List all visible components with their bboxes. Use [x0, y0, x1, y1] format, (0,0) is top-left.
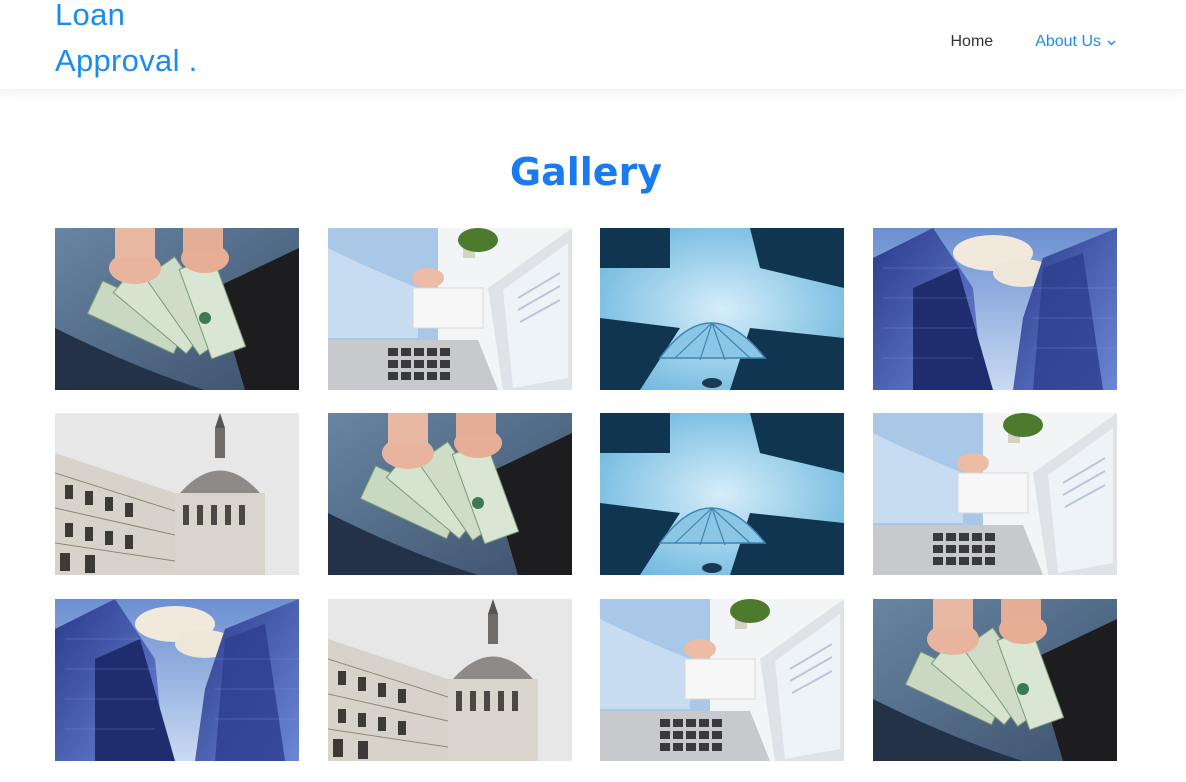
gallery-image[interactable]: [328, 228, 572, 390]
site-logo[interactable]: Loan Approval .: [55, 0, 255, 84]
skyscrapers-photo: [55, 599, 299, 761]
nav-home-label: Home: [950, 33, 994, 50]
laptop-photo: [873, 413, 1117, 575]
gallery-image[interactable]: [873, 599, 1117, 761]
money-photo: [328, 413, 572, 575]
money-photo: [873, 599, 1117, 761]
gallery-image[interactable]: [55, 413, 299, 575]
gallery-image[interactable]: [600, 413, 844, 575]
main-nav: Home About Us: [951, 32, 1117, 52]
logo-line-1: Loan: [55, 0, 126, 32]
gallery-image[interactable]: [600, 228, 844, 390]
umbrella-photo: [600, 413, 844, 575]
money-photo: [55, 228, 299, 390]
gallery-image[interactable]: [873, 228, 1117, 390]
laptop-photo: [600, 599, 844, 761]
nav-about-label: About Us: [1035, 33, 1101, 50]
gallery-image[interactable]: [328, 413, 572, 575]
skyscrapers-photo: [873, 228, 1117, 390]
gallery-image[interactable]: [328, 599, 572, 761]
laptop-photo: [328, 228, 572, 390]
chevron-down-icon: [1107, 39, 1116, 46]
nav-home-link[interactable]: Home: [951, 32, 994, 52]
gallery-image[interactable]: [55, 599, 299, 761]
page-title: Gallery: [509, 150, 663, 194]
nav-about-link[interactable]: About Us: [1035, 32, 1116, 52]
gallery-image[interactable]: [873, 413, 1117, 575]
umbrella-photo: [600, 228, 844, 390]
dome-building-photo: [328, 599, 572, 761]
dome-building-photo: [55, 413, 299, 575]
gallery-image[interactable]: [600, 599, 844, 761]
logo-line-2: Approval .: [55, 43, 198, 78]
site-header: Loan Approval . Home About Us: [0, 0, 1186, 89]
gallery-image[interactable]: [55, 228, 299, 390]
